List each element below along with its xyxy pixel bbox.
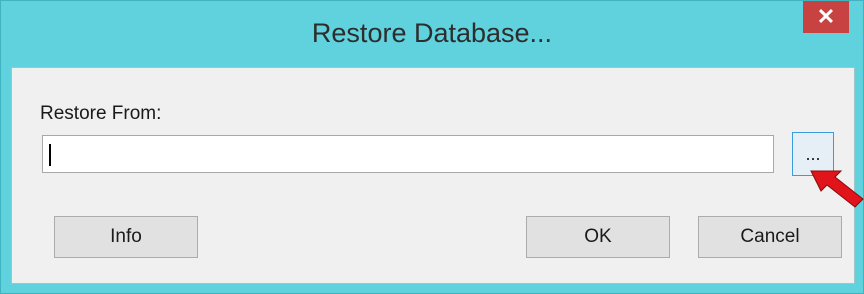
restore-from-path-input[interactable] [42, 135, 774, 173]
dialog-title: Restore Database... [311, 18, 553, 48]
text-caret [49, 144, 51, 166]
ok-button[interactable]: OK [526, 216, 670, 258]
cancel-button[interactable]: Cancel [698, 216, 842, 258]
restore-database-dialog: Restore Database... ✕ Restore From: ... … [0, 0, 864, 294]
restore-from-label: Restore From: [40, 103, 162, 124]
close-button[interactable]: ✕ [803, 1, 849, 33]
dialog-body: Restore From: ... Info OK Cancel [11, 67, 855, 284]
red-arrow-icon [810, 170, 864, 208]
close-icon: ✕ [816, 4, 836, 29]
info-button[interactable]: Info [54, 216, 198, 258]
